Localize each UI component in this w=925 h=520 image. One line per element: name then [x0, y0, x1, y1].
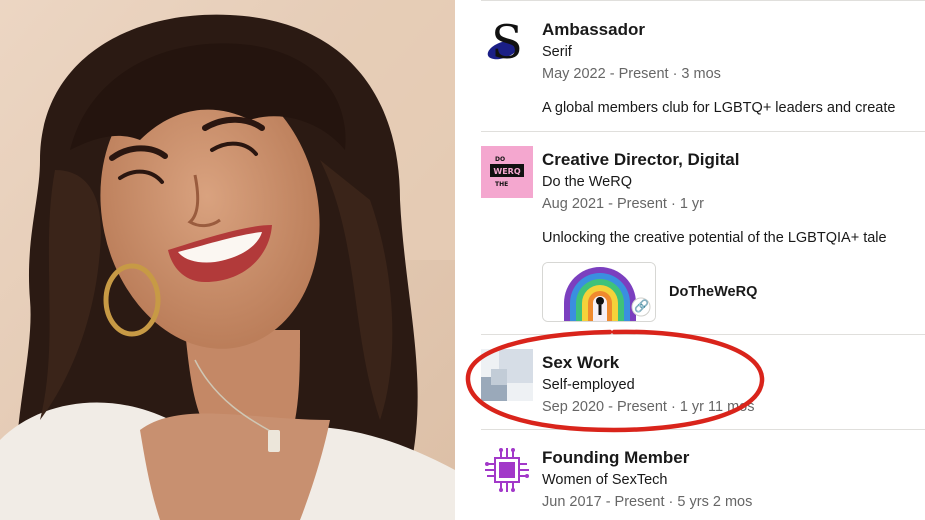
- experience-item-creative-director[interactable]: WERQ DO THE Creative Director, Digital D…: [461, 132, 925, 334]
- experience-section: S Ambassador Serif May 2022 - Present · …: [461, 0, 925, 520]
- profile-photo: [0, 0, 455, 520]
- job-title[interactable]: Ambassador: [542, 20, 645, 40]
- do-the-werq-logo[interactable]: WERQ DO THE: [481, 146, 533, 198]
- experience-item-sex-work[interactable]: Sex Work Self-employed Sep 2020 - Presen…: [461, 335, 925, 429]
- job-title[interactable]: Sex Work: [542, 353, 619, 373]
- job-title[interactable]: Creative Director, Digital: [542, 150, 739, 170]
- serif-s-logo[interactable]: S: [481, 14, 533, 66]
- employment-dates: Sep 2020 - Present · 1 yr 11 mos: [542, 399, 755, 415]
- media-attachment-thumbnail[interactable]: 🔗: [542, 262, 656, 322]
- job-title[interactable]: Founding Member: [542, 448, 689, 468]
- svg-text:WERQ: WERQ: [493, 167, 520, 176]
- experience-item-founding-member[interactable]: Founding Member Women of SexTech Jun 201…: [461, 430, 925, 520]
- link-icon[interactable]: 🔗: [634, 299, 649, 313]
- svg-text:S: S: [491, 15, 523, 66]
- employment-dates: Jun 2017 - Present · 5 yrs 2 mos: [542, 494, 753, 510]
- employment-dates: May 2022 - Present · 3 mos: [542, 66, 721, 82]
- company-name[interactable]: Self-employed: [542, 377, 635, 393]
- company-name[interactable]: Women of SexTech: [542, 472, 667, 488]
- media-attachment-label[interactable]: DoTheWeRQ: [669, 284, 757, 300]
- placeholder-company-logo[interactable]: [481, 349, 533, 401]
- job-description: Unlocking the creative potential of the …: [542, 230, 887, 246]
- employment-dates: Aug 2021 - Present · 1 yr: [542, 196, 704, 212]
- job-description: A global members club for LGBTQ+ leaders…: [542, 100, 896, 116]
- svg-text:THE: THE: [495, 181, 508, 188]
- experience-item-ambassador[interactable]: S Ambassador Serif May 2022 - Present · …: [461, 0, 925, 132]
- portrait-illustration: [0, 0, 455, 520]
- svg-text:DO: DO: [495, 156, 505, 163]
- company-name[interactable]: Serif: [542, 44, 572, 60]
- rainbow-arch-image: [543, 263, 655, 321]
- company-name[interactable]: Do the WeRQ: [542, 174, 632, 190]
- women-of-sextech-logo[interactable]: [481, 444, 533, 496]
